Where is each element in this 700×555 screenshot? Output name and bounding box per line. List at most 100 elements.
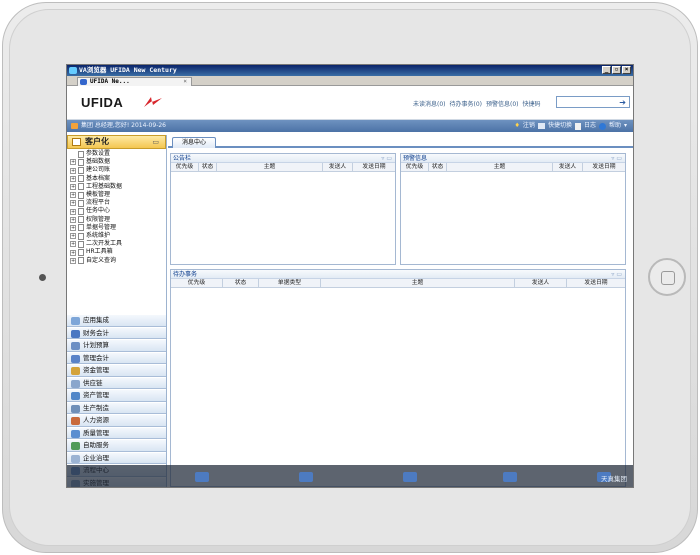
overlay-taskbar: 天真集团 bbox=[67, 465, 633, 487]
expand-icon[interactable]: + bbox=[70, 224, 76, 231]
todo-title: 待办事务 bbox=[173, 271, 198, 278]
expand-icon[interactable] bbox=[70, 151, 76, 158]
tree-item[interactable]: + 自定义查询 bbox=[70, 257, 166, 265]
col-priority: 优先级 bbox=[171, 279, 223, 287]
col-doc-type: 单据类型 bbox=[259, 279, 321, 287]
maximize-button[interactable]: ▫ bbox=[612, 66, 621, 74]
document-icon bbox=[78, 216, 84, 224]
module-label: 管理会计 bbox=[83, 353, 109, 362]
panel-controls-icon[interactable]: ▿ ▭ bbox=[611, 270, 622, 279]
module-item[interactable]: 生产制造 bbox=[67, 401, 166, 414]
tree-item-label: 自定义查询 bbox=[86, 256, 117, 264]
collapse-icon[interactable]: ▭ bbox=[152, 136, 159, 148]
expand-icon[interactable]: + bbox=[70, 175, 76, 182]
panel-controls-icon[interactable]: ▿ ▭ bbox=[611, 154, 622, 163]
expand-icon[interactable]: + bbox=[70, 159, 76, 166]
taskbar-app-icon[interactable] bbox=[299, 472, 313, 482]
module-icon bbox=[71, 354, 80, 363]
module-item[interactable]: 自助服务 bbox=[67, 439, 166, 452]
user-greeting: 集团 总经理,您好! 2014-09-26 bbox=[81, 122, 166, 129]
expand-icon[interactable]: + bbox=[70, 183, 76, 190]
todo-link[interactable]: 待办事务(0) bbox=[450, 99, 483, 108]
module-label: 供应链 bbox=[83, 378, 103, 387]
col-status: 状态 bbox=[223, 279, 259, 287]
tree-item[interactable]: + 工程基础数据 bbox=[70, 183, 166, 191]
module-item[interactable]: 人力资源 bbox=[67, 414, 166, 427]
module-label: 应用集成 bbox=[83, 316, 109, 324]
tree-item[interactable]: + 流程平台 bbox=[70, 199, 166, 207]
tree-item[interactable]: + 建公司账 bbox=[70, 166, 166, 174]
expand-icon[interactable]: + bbox=[70, 216, 76, 223]
alerts-title: 预警信息 bbox=[403, 155, 428, 162]
todo-title-bar: 待办事务 ▿ ▭ bbox=[171, 270, 625, 279]
module-item[interactable]: 财务会计 bbox=[67, 326, 166, 339]
shortcut-input[interactable]: ➔ bbox=[556, 96, 630, 108]
tree-item[interactable]: + 基础数据 bbox=[70, 158, 166, 166]
sidebar-title: 客户化 bbox=[85, 137, 109, 146]
tree-item-label: 参数设置 bbox=[86, 150, 111, 157]
module-item[interactable]: 资金管理 bbox=[67, 364, 166, 377]
expand-icon[interactable]: + bbox=[70, 200, 76, 207]
expand-icon[interactable]: + bbox=[70, 192, 76, 199]
tree-item[interactable]: + HR工具箱 bbox=[70, 248, 166, 257]
expand-icon[interactable]: + bbox=[70, 233, 76, 240]
alerts-link[interactable]: 预警信息(0) bbox=[486, 99, 519, 108]
logout-link[interactable]: 注销 bbox=[523, 120, 535, 132]
document-icon bbox=[78, 208, 84, 216]
minimize-button[interactable]: _ bbox=[602, 66, 611, 74]
tree-item[interactable]: + 基本档案 bbox=[70, 175, 166, 183]
tree-item[interactable]: + 二次开发工具 bbox=[70, 240, 166, 248]
tree-item-label: 任务中心 bbox=[86, 207, 111, 215]
taskbar-app-icon[interactable] bbox=[403, 472, 417, 482]
module-icon bbox=[71, 367, 80, 375]
expand-icon[interactable]: + bbox=[70, 208, 76, 215]
user-bar: 集团 总经理,您好! 2014-09-26 ♦ 注销 快捷切换 日志 帮助 ▾ bbox=[67, 120, 633, 132]
module-item[interactable]: 计划预算 bbox=[67, 339, 166, 352]
camera-icon bbox=[39, 274, 46, 281]
chevron-down-icon[interactable]: ▾ bbox=[624, 120, 627, 132]
tree-item[interactable]: + 单据号管理 bbox=[70, 224, 166, 232]
module-item[interactable]: 资产管理 bbox=[67, 389, 166, 402]
screen: VA浏览器 UFIDA New Century _ ▫ × UFIDA Ne..… bbox=[66, 64, 634, 488]
module-item[interactable]: 供应链 bbox=[67, 376, 166, 389]
module-label: 自助服务 bbox=[83, 441, 109, 449]
expand-icon[interactable]: + bbox=[70, 257, 76, 264]
tab-message-center[interactable]: 消息中心 bbox=[172, 137, 216, 148]
go-arrow-icon[interactable]: ➔ bbox=[619, 97, 626, 108]
module-item[interactable]: 企业治理 bbox=[67, 451, 166, 464]
module-icon bbox=[71, 379, 80, 388]
module-icon bbox=[71, 317, 80, 325]
col-sender: 发送人 bbox=[323, 163, 353, 171]
home-button[interactable] bbox=[648, 258, 686, 296]
expand-icon[interactable]: + bbox=[70, 167, 76, 174]
tab-close-icon[interactable]: × bbox=[183, 78, 187, 86]
help-icon bbox=[598, 122, 606, 130]
module-list: 应用集成财务会计计划预算 管理会计资金管理 供应链资产管理 生产制造人力资源质量管理自… bbox=[67, 314, 166, 487]
quick-switch-link[interactable]: 快捷切换 bbox=[548, 120, 572, 132]
tree-item[interactable]: + 权限管理 bbox=[70, 216, 166, 224]
module-label: 人力资源 bbox=[83, 416, 109, 424]
help-link[interactable]: 帮助 bbox=[609, 120, 621, 132]
module-item[interactable]: 应用集成 bbox=[67, 314, 166, 327]
browser-tab[interactable]: UFIDA Ne... × bbox=[77, 77, 192, 86]
close-button[interactable]: × bbox=[622, 66, 631, 74]
taskbar-app-icon[interactable] bbox=[503, 472, 517, 482]
expand-icon[interactable]: + bbox=[70, 241, 76, 248]
tree-item[interactable]: + 任务中心 bbox=[70, 207, 166, 216]
col-subject: 主题 bbox=[217, 163, 323, 171]
unread-messages-link[interactable]: 未读消息(0) bbox=[413, 99, 446, 108]
expand-icon[interactable]: + bbox=[70, 249, 76, 256]
tree-item[interactable]: + 模板管理 bbox=[70, 191, 166, 199]
module-item[interactable]: 管理会计 bbox=[67, 351, 166, 364]
tree-item[interactable]: + 系统维护 bbox=[70, 232, 166, 240]
log-link[interactable]: 日志 bbox=[584, 120, 596, 132]
document-icon bbox=[78, 150, 84, 158]
sidebar-header[interactable]: 客户化 ▭ bbox=[67, 135, 166, 149]
tree-item[interactable]: 参数设置 bbox=[70, 150, 166, 158]
bulletin-title-bar: 公告栏 ▿ ▭ bbox=[171, 154, 395, 163]
module-label: 财务会计 bbox=[83, 328, 109, 337]
panel-controls-icon[interactable]: ▿ ▭ bbox=[381, 154, 392, 163]
taskbar-app-icon[interactable] bbox=[195, 472, 209, 482]
logo-mark-icon bbox=[144, 97, 162, 107]
module-item[interactable]: 质量管理 bbox=[67, 426, 166, 439]
